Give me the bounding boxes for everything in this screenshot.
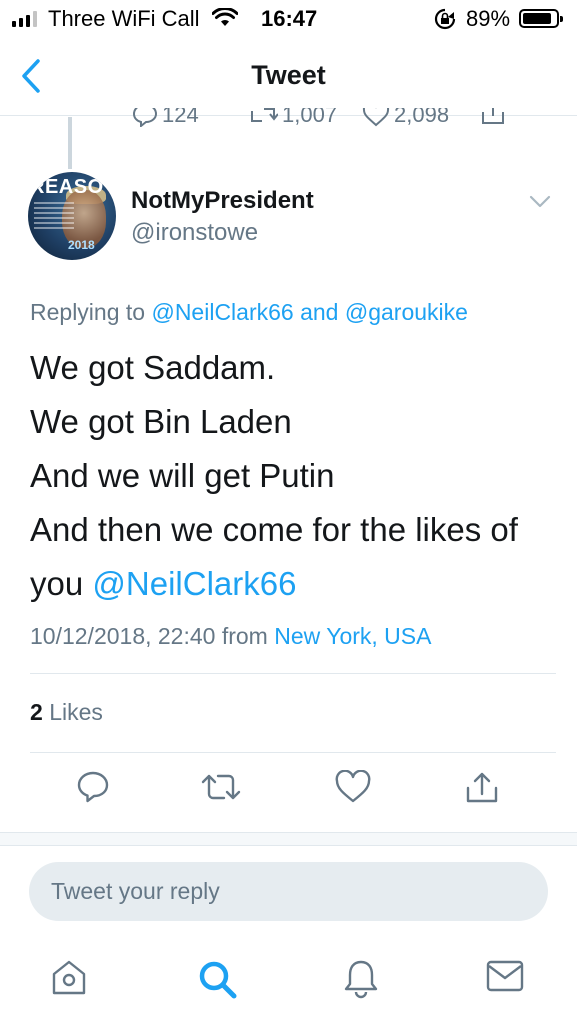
- carrier-name: Three WiFi Call: [48, 6, 200, 31]
- replying-to: Replying to @NeilClark66 and @garoukike: [30, 299, 468, 326]
- heart-icon: [362, 108, 390, 127]
- author-handle[interactable]: @ironstowe: [131, 219, 258, 247]
- reply-icon: [132, 108, 158, 127]
- from-label: from: [221, 623, 268, 649]
- tweet-actions: [0, 769, 577, 820]
- status-bar: Three WiFi Call 16:47 89%: [0, 0, 577, 40]
- reply-composer[interactable]: [29, 862, 548, 921]
- replying-mention-2[interactable]: @garoukike: [345, 299, 468, 325]
- prev-like-count: 2,098: [394, 108, 450, 127]
- search-icon[interactable]: [196, 958, 238, 1005]
- page-title: Tweet: [251, 60, 326, 90]
- wifi-icon: [211, 7, 239, 34]
- heart-icon[interactable]: [334, 769, 372, 809]
- tweet-text-last-prefix: you: [30, 565, 84, 602]
- tweet-timestamp: 10/12/2018, 22:40: [30, 623, 216, 649]
- avatar-year: 2018: [68, 238, 95, 252]
- prev-reply-count: 124: [162, 108, 199, 127]
- likes-summary[interactable]: 2 Likes: [30, 699, 103, 726]
- prev-reply-action[interactable]: 124: [132, 108, 199, 128]
- reply-icon[interactable]: [76, 770, 110, 809]
- tweet-location[interactable]: New York, USA: [274, 623, 431, 649]
- tweet-mention[interactable]: @NeilClark66: [92, 565, 296, 602]
- retweet-icon: [251, 108, 278, 122]
- divider: [30, 752, 556, 753]
- divider: [30, 673, 556, 674]
- home-icon[interactable]: [50, 958, 88, 1003]
- prev-share-action[interactable]: [480, 108, 506, 126]
- notifications-icon[interactable]: [342, 958, 380, 1005]
- previous-tweet-actions: 124 1,007 2,098: [0, 108, 577, 138]
- clock: 16:47: [261, 6, 318, 31]
- chevron-down-icon[interactable]: [529, 195, 551, 214]
- tweet-meta: 10/12/2018, 22:40 from New York, USA: [30, 623, 431, 650]
- replying-prefix: Replying to: [30, 299, 146, 325]
- author-display-name[interactable]: NotMyPresident: [131, 187, 314, 215]
- tab-bar: [0, 940, 577, 1024]
- prev-retweet-action[interactable]: 1,007: [248, 108, 337, 128]
- messages-icon[interactable]: [485, 958, 525, 999]
- likes-count: 2: [30, 699, 43, 725]
- battery-percent: 89%: [466, 6, 511, 31]
- tweet-text-line: We got Saddam.: [30, 349, 276, 386]
- rotation-lock-icon: [433, 8, 457, 36]
- share-icon[interactable]: [464, 770, 500, 811]
- share-icon: [482, 108, 504, 124]
- section-separator: [0, 832, 577, 846]
- signal-strength-icon: [12, 11, 37, 27]
- replying-mention-1[interactable]: @NeilClark66: [151, 299, 293, 325]
- avatar[interactable]: REASO 2018: [28, 172, 116, 260]
- tweet-text: We got Saddam. We got Bin Laden And we w…: [30, 341, 560, 611]
- thread-connector-line: [68, 117, 72, 169]
- reply-input[interactable]: [29, 862, 548, 921]
- tweet-text-line: And then we come for the likes of: [30, 511, 518, 548]
- replying-and[interactable]: and: [300, 299, 338, 325]
- tweet-text-line: you @NeilClark66: [30, 557, 560, 611]
- prev-like-action[interactable]: 2,098: [362, 108, 449, 128]
- likes-label: Likes: [49, 699, 103, 725]
- avatar-text: REASO: [30, 176, 104, 198]
- tweet-text-line: We got Bin Laden: [30, 403, 292, 440]
- retweet-icon[interactable]: [200, 770, 242, 809]
- tweet-text-line: And we will get Putin: [30, 457, 335, 494]
- battery-icon: [519, 9, 563, 28]
- prev-retweet-count: 1,007: [282, 108, 338, 127]
- navigation-bar: Tweet: [0, 40, 577, 116]
